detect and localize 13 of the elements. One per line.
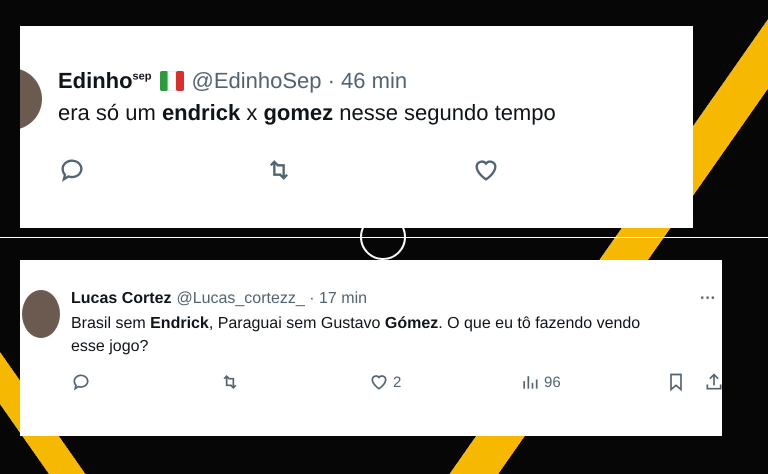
tweet-meta: @Lucas_cortezz_ · 17 min bbox=[176, 290, 368, 308]
avatar[interactable] bbox=[22, 290, 60, 338]
share-icon[interactable] bbox=[704, 372, 722, 392]
views-count: 96 bbox=[544, 374, 561, 390]
more-button[interactable]: ··· bbox=[700, 290, 716, 308]
author-name[interactable]: Lucas Cortez bbox=[71, 290, 172, 308]
heart-icon[interactable] bbox=[369, 372, 389, 392]
tweet-meta: @EdinhoSep · 46 min bbox=[192, 68, 408, 94]
reply-icon[interactable] bbox=[71, 372, 91, 392]
author-name[interactable]: Edinho$^{sep}$ bbox=[58, 68, 152, 94]
like-count: 2 bbox=[393, 374, 402, 390]
tweet-text: Brasil sem Endrick, Paraguai sem Gustavo Gómez. O que eu tô fazendo vendo esse jogo? bbox=[71, 314, 641, 357]
tweet-text: era só um endrick x gomez nesse segundo tempo bbox=[58, 99, 557, 127]
